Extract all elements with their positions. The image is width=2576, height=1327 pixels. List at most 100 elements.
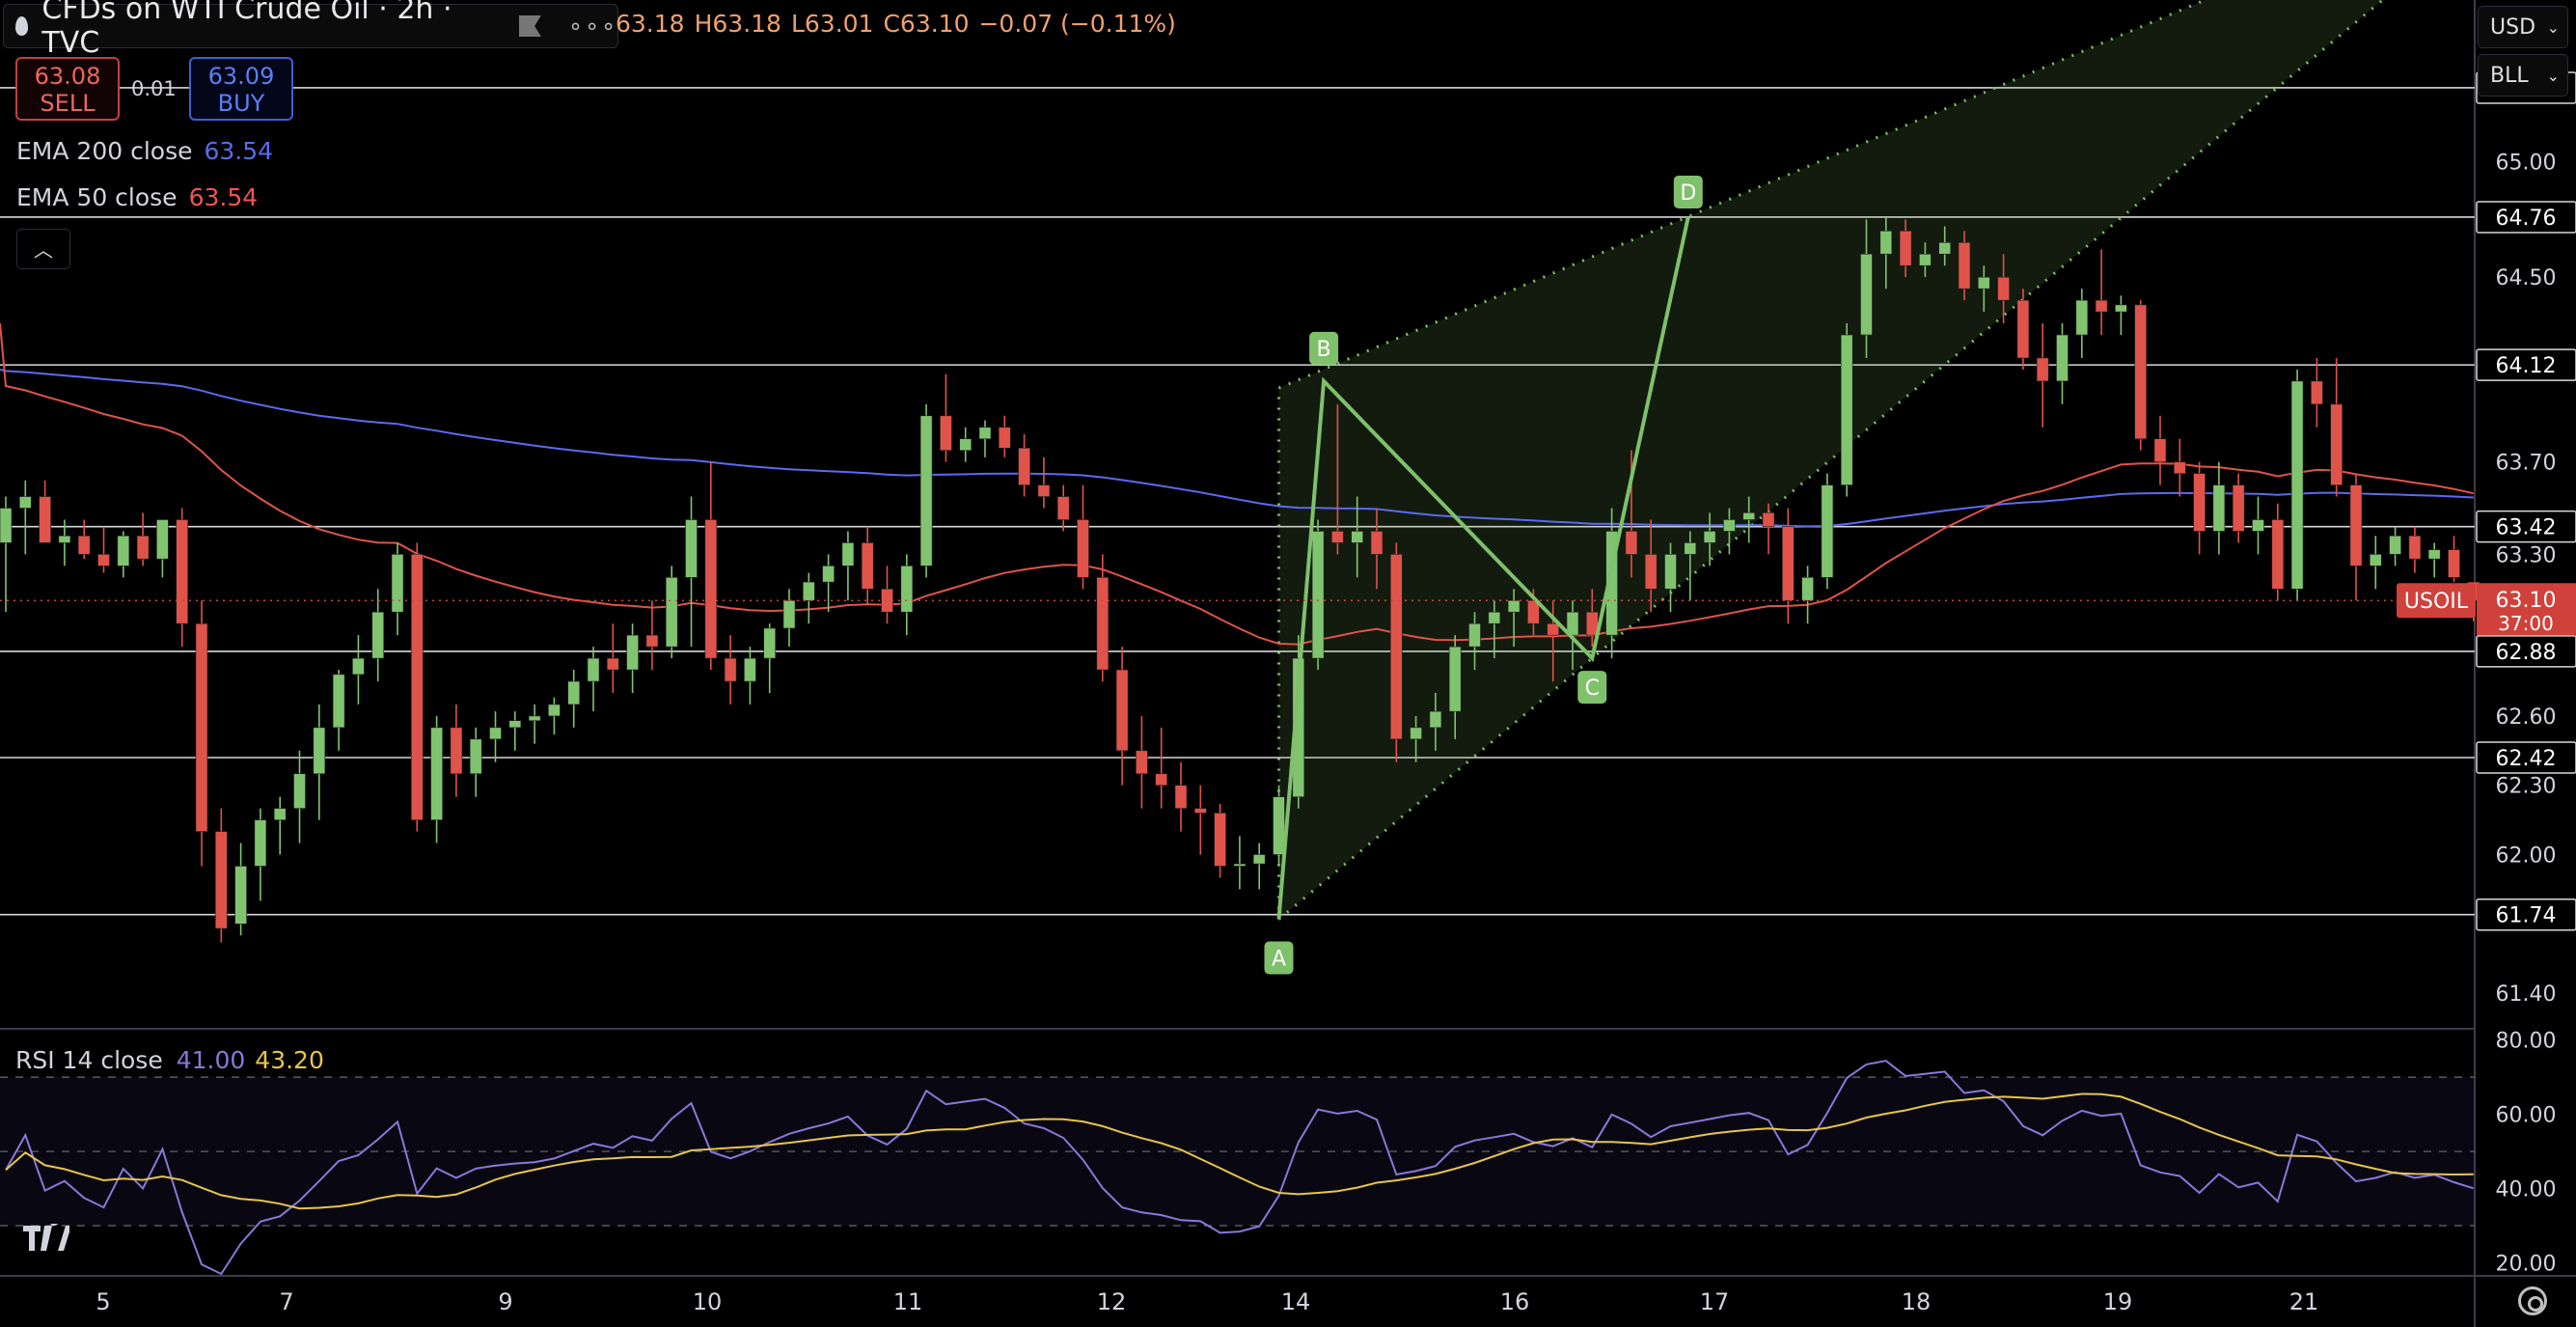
candle-body [77,535,91,555]
currency-select[interactable]: USD ⌄ [2478,6,2568,48]
candle-body [1370,531,1384,555]
rsi-axis-label: 20.00 [2496,1252,2557,1276]
rsi-axis-label: 40.00 [2496,1178,2557,1203]
ohlc-close: C63.10 [883,10,970,38]
candle-body [704,519,718,659]
time-axis-label: 19 [2103,1288,2133,1315]
price-axis-label: 63.70 [2496,452,2557,476]
price-axis-label: 61.40 [2496,982,2557,1007]
rsi-axis-label: 60.00 [2496,1104,2557,1128]
candle-body [626,634,639,671]
time-axis-label: 21 [2289,1288,2319,1315]
price-axis-label: 62.30 [2496,775,2557,799]
candle-body [18,496,32,509]
candle-body [587,657,600,682]
price-axis-label: 62.00 [2496,844,2557,869]
candle-body [1096,577,1110,671]
candle-body [2115,304,2127,313]
candle-body [1723,519,1736,532]
more-options-icon[interactable]: ∘∘∘ [568,13,617,40]
rsi-sma-value: 43.20 [255,1046,324,1074]
candle-body [2349,484,2363,567]
candle-body [665,577,678,648]
candle-body [1782,526,1795,601]
time-axis-label: 18 [1902,1288,1932,1315]
sell-button[interactable]: 63.08 SELL [15,57,120,121]
candle-body [802,581,815,601]
candle-body [2290,380,2304,590]
candle-body [1331,531,1344,543]
candle-body [215,831,228,929]
rsi-legend[interactable]: RSI 14 close 41.00 43.20 [10,1046,330,1074]
rsi-value: 41.00 [176,1046,246,1074]
candle-body [1115,669,1129,752]
ema50-value: 63.54 [188,183,259,211]
currency-value: USD [2490,15,2536,40]
level-price-label: 64.76 [2496,207,2557,231]
candle-body [1233,863,1247,867]
chevron-down-icon: ⌄ [2546,67,2560,85]
candle-body [313,727,326,775]
candle-body [1664,554,1677,590]
collapse-legend-button[interactable]: ︿ [16,229,70,269]
candle-body [0,508,13,543]
time-axis-label: 14 [1281,1288,1311,1315]
candle-body [2075,299,2089,336]
candle-body [881,588,893,613]
chevron-down-icon: ⌄ [2546,18,2560,37]
candle-body [1311,531,1325,659]
candle-body [450,727,463,775]
candle-body [1390,554,1403,740]
ohlc-readout: 63.18 H63.18 L63.01 C63.10 −0.07 (−0.11%) [616,10,1186,38]
spread-value: 0.01 [131,77,177,100]
symbol-header[interactable]: CFDs on WTI Crude Oil · 2h · TVC ∘∘∘ [3,0,618,60]
price-axis-label: 62.60 [2496,705,2557,730]
candle-body [1684,542,1697,555]
candle-body [1801,577,1814,601]
time-axis-label: 17 [1700,1288,1730,1315]
current-price-label: 63.10 [2496,589,2557,613]
tradingview-logo[interactable] [21,1216,71,1262]
candle-body [391,554,404,613]
ohlc-change: −0.07 (−0.11%) [978,10,1176,38]
buy-label: BUY [217,90,265,117]
candle-body [724,657,737,682]
candle-body [156,519,169,560]
unit-select[interactable]: BLL ⌄ [2478,54,2568,97]
candle-body [2370,554,2382,567]
price-axis-label: 64.50 [2496,266,2557,290]
candle-body [2427,549,2441,560]
candle-body [1214,813,1226,867]
candle-body [1194,808,1207,814]
candle-body [273,808,287,820]
ema200-value: 63.54 [204,137,274,165]
candle-body [1840,334,1853,485]
time-axis-label: 9 [498,1288,512,1315]
candle-body [763,627,777,659]
rsi-axis-label: 80.00 [2496,1030,2557,1054]
ema200-label: EMA 200 close [16,137,193,165]
candle-body [234,866,247,925]
candle-body [489,727,502,740]
candle-body [1742,512,1755,520]
candle-body [2193,473,2206,532]
candle-body [2016,299,2030,359]
settings-gear-icon[interactable] [2518,1286,2547,1315]
pattern-point-label: A [1272,948,1286,972]
candle-body [1507,599,1521,613]
candle-body [1899,231,1912,266]
flag-icon[interactable] [518,15,541,37]
ema50-legend[interactable]: EMA 50 close 63.54 [16,183,258,211]
candle-body [2174,461,2186,474]
candle-body [1879,231,1893,255]
price-chart[interactable]: A B C D 65.00 64.50 63.70 63.30 62.60 62.30 62.00 6… [0,0,2576,1327]
ema200-legend[interactable]: EMA 200 close 63.54 [16,137,273,165]
candle-body [1703,531,1716,543]
time-axis-label: 11 [893,1288,923,1315]
candle-body [469,738,482,775]
buy-button[interactable]: 63.09 BUY [189,57,293,121]
ohlc-high: H63.18 [694,10,781,38]
countdown-label: 37:00 [2498,612,2554,635]
candle-body [1938,241,1951,255]
candle-body [1919,253,1932,266]
